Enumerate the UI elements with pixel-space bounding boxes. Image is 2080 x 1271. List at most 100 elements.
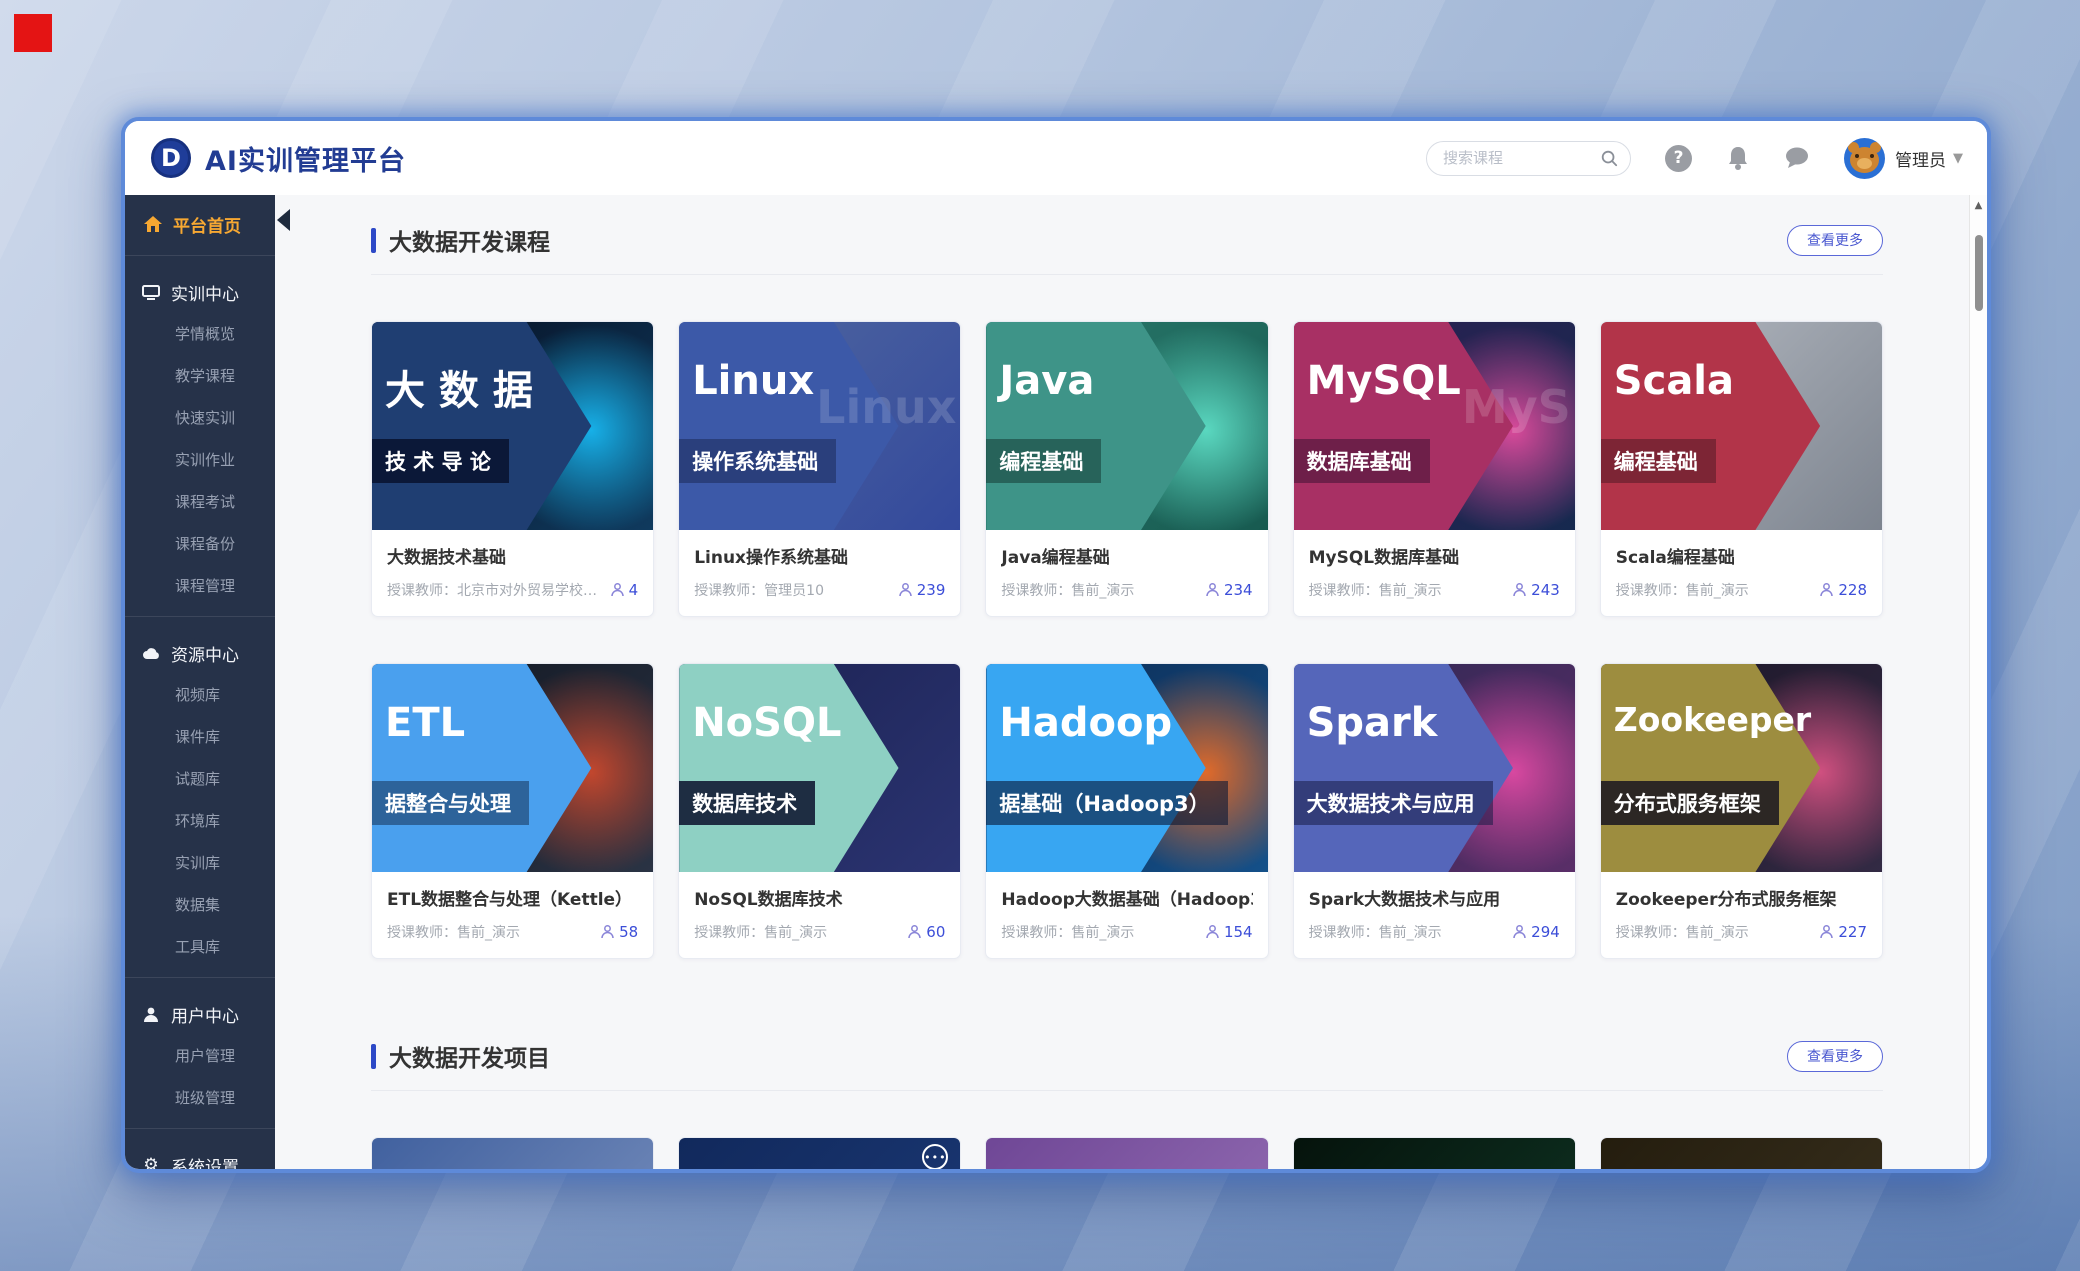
- project-card[interactable]: 大数据开发案例: [985, 1137, 1268, 1173]
- person-count-icon: [1206, 925, 1219, 939]
- course-teacher: 授课教师：管理员10: [694, 580, 824, 600]
- course-teacher: 授课教师：售前_演示: [1616, 580, 1749, 600]
- course-teacher: 授课教师：售前_演示: [1001, 922, 1134, 942]
- person-count-icon: [908, 925, 921, 939]
- cover-title: NoSQL: [692, 700, 841, 746]
- course-card[interactable]: Spark 大数据技术与应用 Spark大数据技术与应用 授课教师：售前_演示 …: [1293, 663, 1576, 959]
- section-title: 大数据开发课程: [371, 223, 550, 257]
- course-card[interactable]: NoSQL 数据库技术 NoSQL数据库技术 授课教师：售前_演示 60: [678, 663, 961, 959]
- chevron-down-icon[interactable]: ▼: [1953, 151, 1963, 166]
- course-card[interactable]: MySQL 数据库基础 MyS MySQL数据库基础 授课教师：售前_演示 24…: [1293, 321, 1576, 617]
- cloud-icon: [141, 647, 161, 660]
- course-card[interactable]: 大 数 据 技 术 导 论 大数据技术基础 授课教师：北京市对外贸易学校教...…: [371, 321, 654, 617]
- course-cover: 大 数 据 技 术 导 论: [372, 322, 653, 530]
- notification-bell-icon[interactable]: [1726, 145, 1750, 171]
- user-name[interactable]: 管理员: [1895, 146, 1946, 171]
- student-count: 239: [917, 581, 946, 599]
- search-icon[interactable]: [1600, 149, 1618, 167]
- cover-title: Zookeeper: [1614, 700, 1811, 739]
- course-card[interactable]: Java 编程基础 Java编程基础 授课教师：售前_演示 234: [985, 321, 1268, 617]
- cover-title: Scala: [1614, 358, 1734, 404]
- project-card[interactable]: 大数据开发案例: [371, 1137, 654, 1173]
- sidebar-item-user-center[interactable]: 用户中心: [125, 994, 275, 1034]
- course-title: MySQL数据库基础: [1309, 543, 1560, 568]
- sidebar-group-label: 资源中心: [171, 641, 239, 666]
- search-box[interactable]: [1426, 141, 1631, 176]
- sidebar-item-training-homework[interactable]: 实训作业: [125, 438, 275, 480]
- sidebar-collapse-arrow[interactable]: [277, 209, 290, 231]
- sidebar-item-training-center[interactable]: 实训中心: [125, 272, 275, 312]
- view-more-courses-button[interactable]: 查看更多: [1787, 225, 1883, 256]
- divider: [371, 1090, 1883, 1091]
- sidebar-item-environment-library[interactable]: 环境库: [125, 799, 275, 841]
- sidebar-item-tool-library[interactable]: 工具库: [125, 925, 275, 967]
- course-card[interactable]: Scala 编程基础 Scala编程基础 授课教师：售前_演示 228: [1600, 321, 1883, 617]
- course-teacher: 授课教师：售前_演示: [387, 922, 520, 942]
- sidebar-item-class-management[interactable]: 班级管理: [125, 1076, 275, 1118]
- cover-subtitle: 据整合与处理: [372, 781, 529, 825]
- more-dots-icon: •••: [922, 1144, 948, 1170]
- student-count: 294: [1531, 923, 1560, 941]
- view-more-projects-button[interactable]: 查看更多: [1787, 1041, 1883, 1072]
- project-grid: 大数据开发案例 ••• 大数据开发案例 大数据开发案例 大数据开: [371, 1137, 1883, 1173]
- sidebar-item-quick-training[interactable]: 快速实训: [125, 396, 275, 438]
- sidebar-item-video-library[interactable]: 视频库: [125, 673, 275, 715]
- sidebar-item-question-bank[interactable]: 试题库: [125, 757, 275, 799]
- user-avatar[interactable]: [1844, 138, 1885, 179]
- cover-title: Spark: [1307, 700, 1438, 746]
- cover-subtitle: 分布式服务框架: [1601, 781, 1779, 825]
- section-projects-header: 大数据开发项目 查看更多: [371, 1037, 1883, 1075]
- project-card[interactable]: 大数据开发案例: [1600, 1137, 1883, 1173]
- scrollbar-thumb[interactable]: [1975, 235, 1983, 311]
- home-icon: [143, 216, 163, 232]
- recording-marker: [14, 14, 52, 52]
- student-count: 234: [1224, 581, 1253, 599]
- vertical-scrollbar[interactable]: ▲: [1969, 195, 1987, 1173]
- sidebar-item-datasets[interactable]: 数据集: [125, 883, 275, 925]
- course-cover: Linux 操作系统基础 Linux: [679, 322, 960, 530]
- student-count: 227: [1838, 923, 1867, 941]
- person-count-icon: [1513, 583, 1526, 597]
- project-card[interactable]: ••• 大数据开发案例: [678, 1137, 961, 1173]
- course-title: Java编程基础: [1001, 543, 1252, 568]
- sidebar-item-home[interactable]: 平台首页: [125, 197, 275, 251]
- person-count-icon: [601, 925, 614, 939]
- scroll-up-arrow-icon[interactable]: ▲: [1970, 200, 1987, 211]
- sidebar-item-course-backup[interactable]: 课程备份: [125, 522, 275, 564]
- course-teacher: 授课教师：售前_演示: [1616, 922, 1749, 942]
- sidebar-item-system-settings[interactable]: ⚙ 系统设置: [125, 1145, 275, 1173]
- sidebar-item-training-library[interactable]: 实训库: [125, 841, 275, 883]
- course-card[interactable]: Hadoop 据基础（Hadoop3） Hadoop大数据基础（Hadoop3）…: [985, 663, 1268, 959]
- sidebar-item-course-exams[interactable]: 课程考试: [125, 480, 275, 522]
- course-title: Linux操作系统基础: [694, 543, 945, 568]
- help-icon[interactable]: ?: [1665, 145, 1692, 172]
- sidebar-item-teaching-courses[interactable]: 教学课程: [125, 354, 275, 396]
- sidebar-item-resource-center[interactable]: 资源中心: [125, 633, 275, 673]
- course-cover: ETL 据整合与处理: [372, 664, 653, 872]
- cover-title: 大 数 据: [385, 358, 533, 416]
- course-card[interactable]: Zookeeper 分布式服务框架 Zookeeper 分布式服务框架 授课教师：…: [1600, 663, 1883, 959]
- project-card[interactable]: 大数据开发案例: [1293, 1137, 1576, 1173]
- course-teacher: 授课教师：售前_演示: [694, 922, 827, 942]
- cover-subtitle: 据基础（Hadoop3）: [986, 781, 1227, 825]
- person-count-icon: [1820, 925, 1833, 939]
- message-bubble-icon[interactable]: [1784, 146, 1810, 170]
- cover-subtitle: 技 术 导 论: [372, 439, 509, 483]
- sidebar-item-learning-overview[interactable]: 学情概览: [125, 312, 275, 354]
- cover-title: MySQL: [1307, 358, 1461, 404]
- course-cover: NoSQL 数据库技术: [679, 664, 960, 872]
- search-input[interactable]: [1443, 149, 1600, 167]
- course-teacher: 授课教师：北京市对外贸易学校教...: [387, 580, 603, 600]
- gear-icon: ⚙: [141, 1155, 161, 1173]
- course-card[interactable]: Linux 操作系统基础 Linux Linux操作系统基础 授课教师：管理员1…: [678, 321, 961, 617]
- sidebar-item-course-management[interactable]: 课程管理: [125, 564, 275, 606]
- sidebar-item-label: 平台首页: [173, 212, 241, 237]
- sidebar-item-courseware-library[interactable]: 课件库: [125, 715, 275, 757]
- course-cover: Java 编程基础: [986, 322, 1267, 530]
- course-cover: Zookeeper 分布式服务框架: [1601, 664, 1882, 872]
- cover-title: ETL: [385, 700, 465, 746]
- section-title: 大数据开发项目: [371, 1039, 550, 1073]
- sidebar-item-user-management[interactable]: 用户管理: [125, 1034, 275, 1076]
- user-icon: [141, 1007, 161, 1022]
- course-card[interactable]: ETL 据整合与处理 ETL数据整合与处理（Kettle） 授课教师：售前_演示…: [371, 663, 654, 959]
